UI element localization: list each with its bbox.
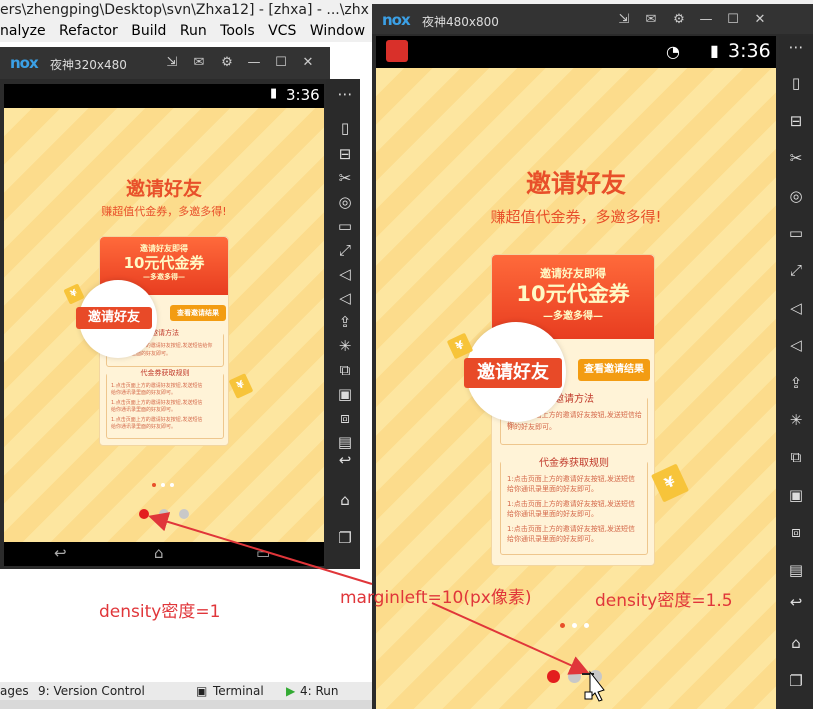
annotation-arrows — [148, 512, 605, 702]
arrow-to-large-dots — [431, 602, 590, 675]
cursor-box — [584, 691, 593, 700]
arrow-to-small-dots — [148, 512, 373, 585]
